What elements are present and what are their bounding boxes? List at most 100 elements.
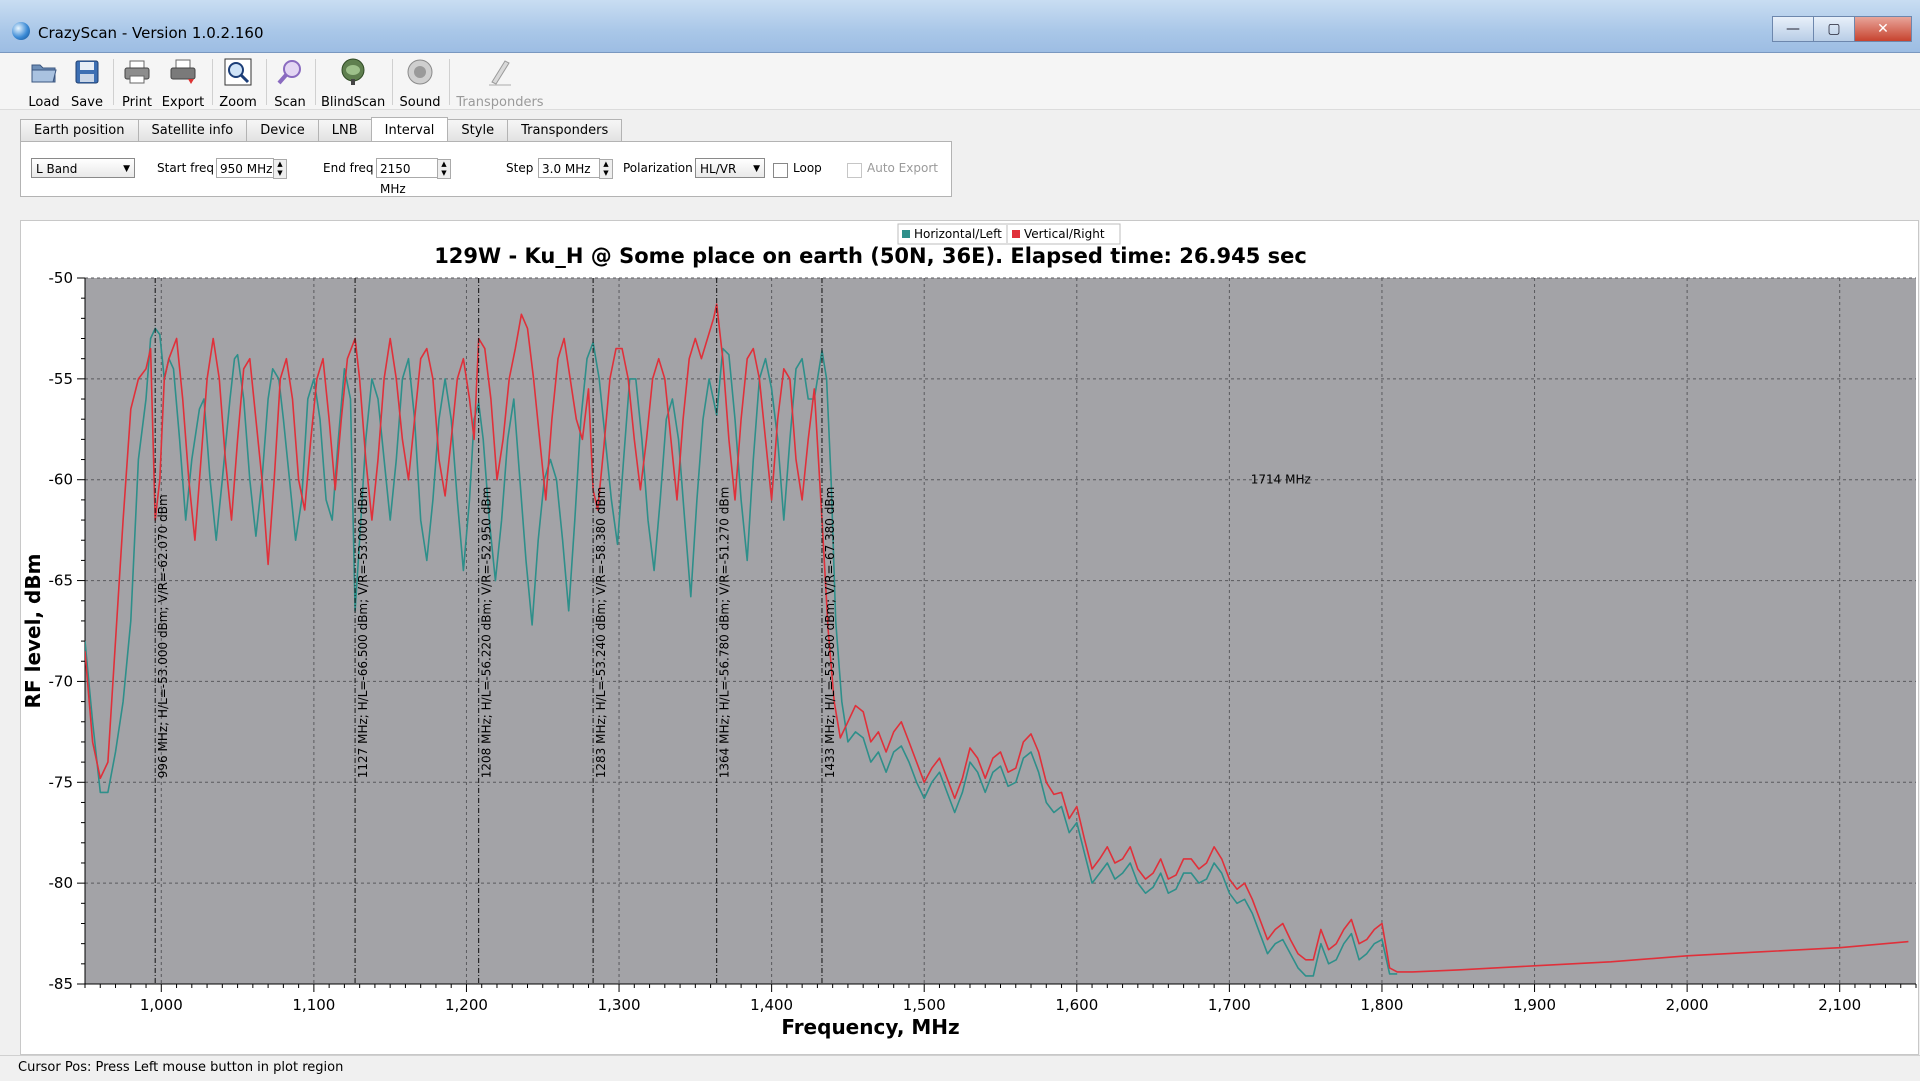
interval-panel: L Band ▼ Start freq 950 MHz ▲ ▼ End freq … xyxy=(20,141,952,197)
y-tick-label: -75 xyxy=(49,773,74,791)
step-value: 3.0 MHz xyxy=(542,162,591,176)
toolbar-separator xyxy=(212,59,213,105)
load-button[interactable]: Load xyxy=(26,57,62,110)
speaker-icon xyxy=(407,59,433,85)
folder-open-icon xyxy=(31,64,57,83)
polarization-select-value: HL/VR xyxy=(700,162,737,176)
start-freq-input[interactable]: 950 MHz ▲ ▼ xyxy=(216,158,287,179)
legend-swatch-vertical xyxy=(1012,230,1020,238)
scan-magnifier-icon xyxy=(277,60,301,85)
marker-label: 1208 MHz; H/L=-56.220 dBm; V/R=-52.950 d… xyxy=(480,487,494,779)
pen-edit-icon xyxy=(489,60,511,86)
x-tick-label: 1,000 xyxy=(140,996,183,1014)
frequency-annotation: 1714 MHz xyxy=(1251,473,1311,487)
scan-label: Scan xyxy=(274,95,306,110)
y-axis-title: RF level, dBm xyxy=(21,554,45,709)
x-tick-label: 2,100 xyxy=(1818,996,1861,1014)
tab-lnb[interactable]: LNB xyxy=(317,119,372,141)
start-freq-value: 950 MHz xyxy=(220,162,273,176)
loop-label: Loop xyxy=(793,161,822,175)
y-tick-label: -60 xyxy=(49,471,74,489)
y-tick-label: -85 xyxy=(49,975,74,993)
tab-transponders[interactable]: Transponders xyxy=(507,119,623,141)
transponders-button[interactable]: Transponders xyxy=(455,57,545,110)
auto-export-label: Auto Export xyxy=(867,161,938,175)
blindscan-button[interactable]: BlindScan xyxy=(321,57,385,110)
toolbar-separator xyxy=(392,59,393,105)
print-label: Print xyxy=(122,95,152,110)
y-tick-label: -80 xyxy=(49,874,74,892)
end-freq-value: 2150 MHz xyxy=(380,162,411,196)
marker-label: 996 MHz; H/L=-53.000 dBm; V/R=-62.070 dB… xyxy=(156,494,170,778)
toolbar-separator xyxy=(315,59,316,105)
cursor-status-text: Cursor Pos: Press Left mouse button in p… xyxy=(18,1060,344,1075)
settings-tabs: Earth position Satellite info Device LNB… xyxy=(20,117,623,141)
x-tick-label: 1,600 xyxy=(1055,996,1098,1014)
step-input[interactable]: 3.0 MHz ▲ ▼ xyxy=(538,158,613,179)
zoom-button[interactable]: Zoom xyxy=(218,57,258,110)
x-tick-label: 1,700 xyxy=(1208,996,1251,1014)
toolbar-separator xyxy=(266,59,267,105)
satellite-dish-icon xyxy=(341,58,365,85)
step-label: Step xyxy=(506,161,534,175)
export-label: Export xyxy=(161,95,205,110)
y-tick-label: -55 xyxy=(49,370,74,388)
marker-label: 1127 MHz; H/L=-66.500 dBm; V/R=-53.000 d… xyxy=(356,487,370,779)
x-tick-label: 1,800 xyxy=(1360,996,1403,1014)
save-button[interactable]: Save xyxy=(68,57,106,110)
title-bar: CrazyScan - Version 1.0.2.160 — ▢ ✕ xyxy=(0,0,1920,53)
x-tick-label: 1,100 xyxy=(292,996,335,1014)
save-label: Save xyxy=(71,95,103,110)
export-button[interactable]: Export xyxy=(161,57,205,110)
minimize-button[interactable]: — xyxy=(1772,16,1814,42)
start-freq-label: Start freq xyxy=(157,161,215,175)
tab-satellite-info[interactable]: Satellite info xyxy=(137,119,248,141)
marker-label: 1433 MHz; H/L=-53.580 dBm; V/R=-67.380 d… xyxy=(823,487,837,779)
print-button[interactable]: Print xyxy=(119,57,155,110)
window-title: CrazyScan - Version 1.0.2.160 xyxy=(38,24,264,42)
x-tick-label: 1,200 xyxy=(445,996,488,1014)
toolbar-separator xyxy=(449,59,450,105)
export-printer-icon xyxy=(170,59,196,84)
plot-pane[interactable]: 1,000 1,100 1,200 1,300 1,400 1,500 1,600 1,700… xyxy=(20,220,1919,1055)
band-select[interactable]: L Band ▼ xyxy=(31,158,135,178)
zoom-label: Zoom xyxy=(219,95,257,110)
tab-device[interactable]: Device xyxy=(246,119,319,141)
printer-icon xyxy=(124,60,150,84)
chevron-down-icon: ▼ xyxy=(123,164,130,174)
y-tick-label: -70 xyxy=(49,672,74,690)
end-freq-input[interactable]: 2150 MHz ▲ ▼ xyxy=(376,158,451,196)
marker-label: 1364 MHz; H/L=-56.780 dBm; V/R=-51.270 d… xyxy=(718,487,732,779)
legend-label-vertical: Vertical/Right xyxy=(1024,227,1105,241)
step-stepper[interactable]: ▲ ▼ xyxy=(599,159,613,179)
maximize-button[interactable]: ▢ xyxy=(1813,16,1855,42)
spectrum-chart[interactable]: 1,000 1,100 1,200 1,300 1,400 1,500 1,600 1,700… xyxy=(21,221,1918,1054)
sound-label: Sound xyxy=(399,95,441,110)
tab-interval[interactable]: Interval xyxy=(370,117,449,141)
band-select-value: L Band xyxy=(36,162,78,176)
tab-earth-position[interactable]: Earth position xyxy=(20,119,139,141)
x-tick-label: 1,400 xyxy=(750,996,793,1014)
status-bar: Cursor Pos: Press Left mouse button in p… xyxy=(0,1055,1920,1081)
x-tick-label: 2,000 xyxy=(1666,996,1709,1014)
transponders-label: Transponders xyxy=(456,95,544,110)
floppy-disk-icon xyxy=(75,60,99,84)
toolbar-separator xyxy=(113,59,114,105)
end-freq-stepper[interactable]: ▲ ▼ xyxy=(437,159,451,179)
load-label: Load xyxy=(28,95,60,110)
legend-swatch-horizontal xyxy=(902,230,910,238)
loop-checkbox[interactable] xyxy=(773,163,788,178)
window-controls: — ▢ ✕ xyxy=(1772,16,1912,42)
y-tick-label: -65 xyxy=(49,572,74,590)
polarization-select[interactable]: HL/VR ▼ xyxy=(695,158,765,178)
marker-label: 1283 MHz; H/L=-53.240 dBm; V/R=-58.380 d… xyxy=(594,487,608,779)
tab-style[interactable]: Style xyxy=(447,119,509,141)
close-button[interactable]: ✕ xyxy=(1854,16,1912,42)
y-tick-label: -50 xyxy=(49,269,74,287)
scan-button[interactable]: Scan xyxy=(272,57,308,110)
auto-export-checkbox[interactable] xyxy=(847,163,862,178)
sound-button[interactable]: Sound xyxy=(398,57,442,110)
legend: Horizontal/Left Vertical/Right xyxy=(897,223,1121,245)
start-freq-stepper[interactable]: ▲ ▼ xyxy=(273,159,287,179)
app-globe-icon xyxy=(12,22,30,40)
